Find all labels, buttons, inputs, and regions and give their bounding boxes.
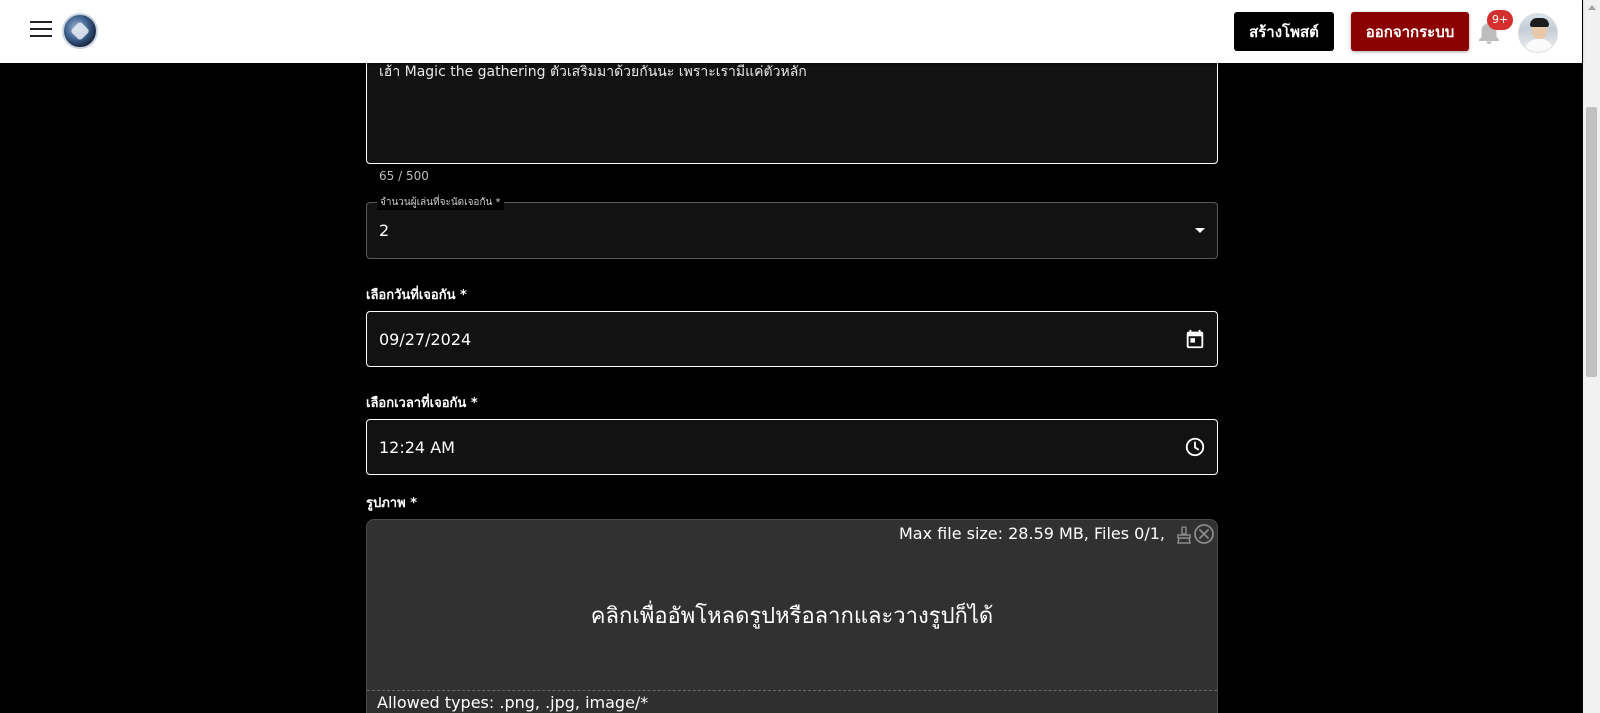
image-field-label: รูปภาพ * <box>366 496 417 511</box>
notification-badge: 9+ <box>1487 10 1514 30</box>
players-select[interactable]: 2 <box>366 202 1218 259</box>
app-logo[interactable] <box>62 13 98 49</box>
description-text: เฮ้า Magic the gathering ตัวเสริมมาด้วยก… <box>379 64 807 80</box>
date-input[interactable]: 09/27/2024 <box>366 311 1218 367</box>
date-field-label: เลือกวันที่เจอกัน * <box>366 288 467 303</box>
dropdown-arrow-icon <box>1195 228 1205 233</box>
logout-button[interactable]: ออกจากระบบ <box>1351 12 1469 51</box>
time-input-value: 12:24 AM <box>379 438 455 457</box>
user-avatar[interactable] <box>1518 13 1558 53</box>
upload-prompt: คลิกเพื่ออัพโหลดรูปหรือลากและวางรูปก็ได้ <box>590 604 994 629</box>
character-counter: 65 / 500 <box>379 169 429 183</box>
players-select-value: 2 <box>379 221 390 240</box>
close-icon[interactable] <box>1193 523 1215 545</box>
file-limit-info: Max file size: 28.59 MB, Files 0/1, <box>899 524 1165 543</box>
create-post-button[interactable]: สร้างโพสต์ <box>1234 12 1334 51</box>
scroll-thumb[interactable] <box>1586 107 1597 377</box>
image-dropzone[interactable]: Max file size: 28.59 MB, Files 0/1, คลิก… <box>366 519 1218 713</box>
scroll-up-arrow-icon[interactable] <box>1588 5 1596 10</box>
menu-icon[interactable] <box>30 21 52 41</box>
allowed-types-text: Allowed types: .png, .jpg, image/* <box>367 690 1217 713</box>
clock-icon[interactable] <box>1184 436 1206 458</box>
players-select-label: จำนวนผู้เล่นที่จะนัดเจอกัน * <box>377 195 504 210</box>
calendar-icon[interactable] <box>1184 328 1206 350</box>
page-scrollbar[interactable] <box>1583 0 1600 713</box>
time-input[interactable]: 12:24 AM <box>366 419 1218 475</box>
clear-files-icon[interactable] <box>1175 526 1193 544</box>
date-input-value: 09/27/2024 <box>379 330 472 349</box>
top-app-bar: สร้างโพสต์ ออกจากระบบ 9+ <box>0 0 1582 63</box>
time-field-label: เลือกเวลาที่เจอกัน * <box>366 396 478 411</box>
